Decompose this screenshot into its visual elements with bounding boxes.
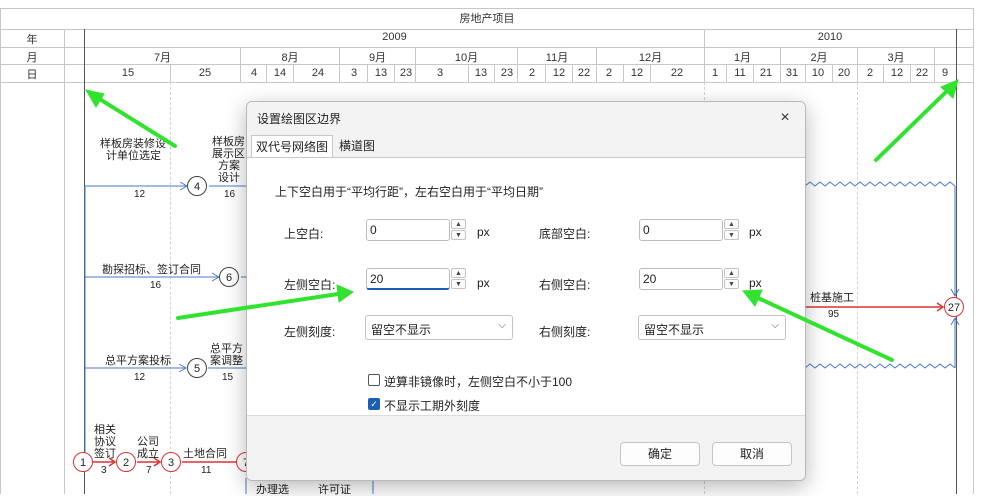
annotation-arrows (84, 79, 959, 362)
